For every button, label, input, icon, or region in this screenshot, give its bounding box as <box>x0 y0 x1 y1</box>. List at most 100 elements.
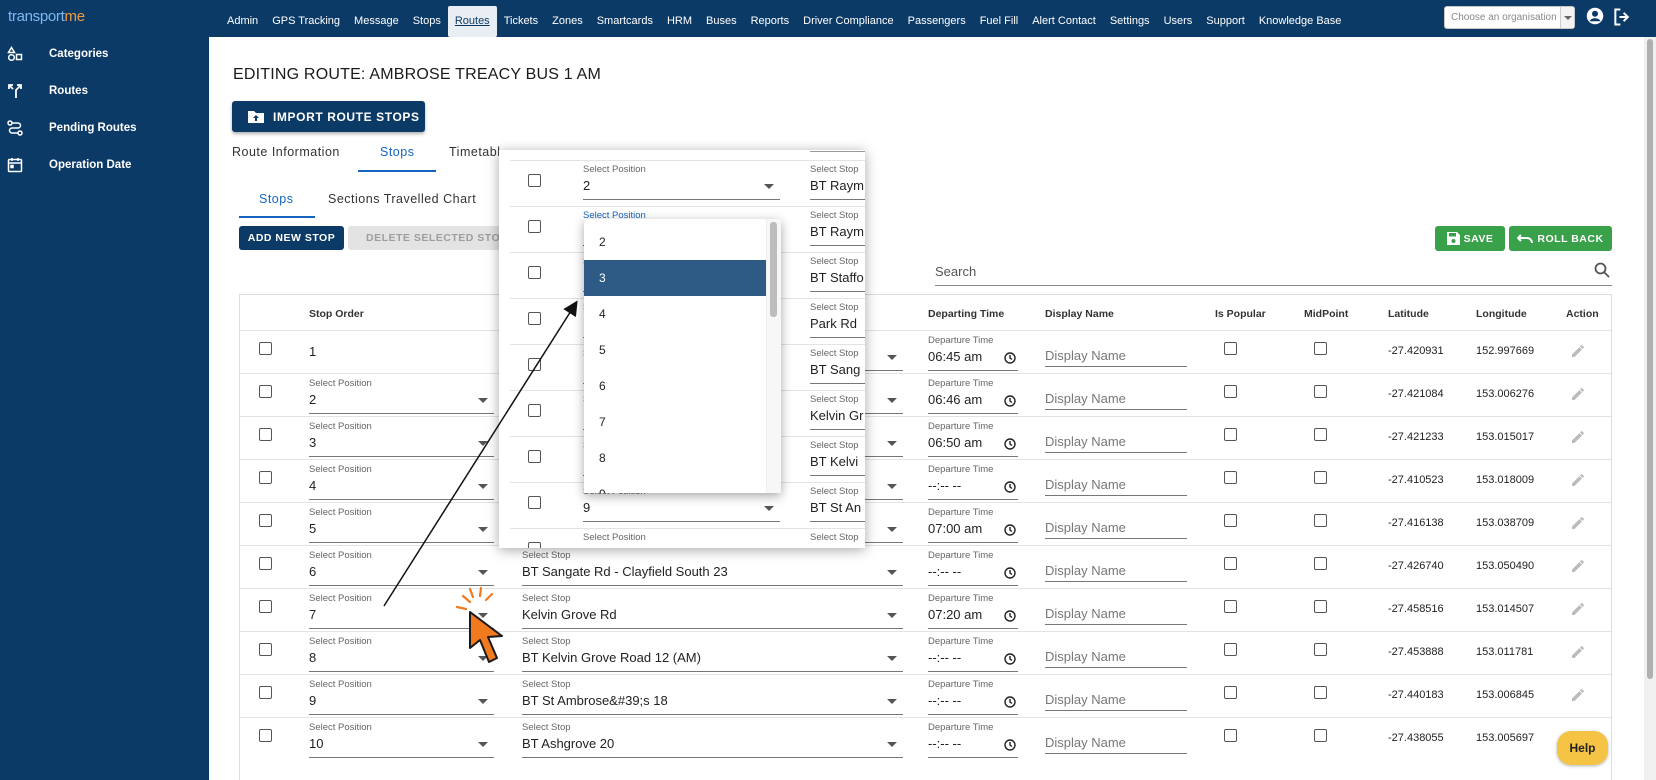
nav-item-tickets[interactable]: Tickets <box>497 0 545 37</box>
nav-item-stops[interactable]: Stops <box>406 0 448 37</box>
stop-select[interactable]: Select Stop BT St Ambrose&#39;s 18 <box>522 679 903 715</box>
is-popular-checkbox[interactable] <box>1224 686 1237 699</box>
is-popular-checkbox[interactable] <box>1224 600 1237 613</box>
row-select-checkbox[interactable] <box>528 496 541 509</box>
row-select-checkbox[interactable] <box>259 342 272 355</box>
row-select-checkbox[interactable] <box>528 266 541 279</box>
position-select[interactable]: Select Position <box>583 532 780 548</box>
midpoint-checkbox[interactable] <box>1314 643 1327 656</box>
departure-time-input[interactable]: Departure Time 07:20 am <box>928 593 1018 629</box>
nav-item-buses[interactable]: Buses <box>699 0 744 37</box>
sidebar-item-categories[interactable]: Categories <box>0 39 209 69</box>
dropdown-scrollbar-thumb[interactable] <box>770 222 777 317</box>
display-name-input[interactable]: Display Name <box>1045 601 1187 625</box>
display-name-input[interactable]: Display Name <box>1045 644 1187 668</box>
clock-icon[interactable] <box>1004 739 1016 751</box>
edit-pencil-icon[interactable] <box>1570 687 1586 703</box>
clock-icon[interactable] <box>1004 524 1016 536</box>
clock-icon[interactable] <box>1004 653 1016 665</box>
row-select-checkbox[interactable] <box>259 385 272 398</box>
edit-pencil-icon[interactable] <box>1570 472 1586 488</box>
row-select-checkbox[interactable] <box>259 428 272 441</box>
row-select-checkbox[interactable] <box>259 514 272 527</box>
midpoint-checkbox[interactable] <box>1314 600 1327 613</box>
row-select-checkbox[interactable] <box>259 643 272 656</box>
position-select[interactable]: Select Position 8 <box>309 636 494 672</box>
stop-select[interactable]: Select Stop BT Kelvi <box>810 440 865 476</box>
import-route-stops-button[interactable]: IMPORT ROUTE STOPS <box>232 101 425 132</box>
nav-item-zones[interactable]: Zones <box>545 0 590 37</box>
sidebar-item-pending-routes[interactable]: Pending Routes <box>0 113 209 143</box>
nav-item-settings[interactable]: Settings <box>1103 0 1157 37</box>
search-input[interactable] <box>935 258 1575 284</box>
row-select-checkbox[interactable] <box>259 729 272 742</box>
position-select[interactable]: Select Position 6 <box>309 550 494 586</box>
nav-item-support[interactable]: Support <box>1199 0 1252 37</box>
nav-item-message[interactable]: Message <box>347 0 406 37</box>
stop-select[interactable]: Select Stop BT Raym <box>810 164 865 200</box>
help-button[interactable]: Help <box>1557 731 1608 765</box>
departure-time-input[interactable]: Departure Time --:-- -- <box>928 550 1018 586</box>
departure-time-input[interactable]: Departure Time 06:45 am <box>928 335 1018 371</box>
row-select-checkbox[interactable] <box>528 358 541 371</box>
display-name-input[interactable]: Display Name <box>1045 515 1187 539</box>
stop-select[interactable]: Select Stop Park Rd <box>810 302 865 338</box>
row-select-checkbox[interactable] <box>528 404 541 417</box>
user-account-icon[interactable] <box>1586 7 1604 25</box>
position-select[interactable]: Select Position 2 <box>583 164 780 200</box>
display-name-input[interactable]: Display Name <box>1045 343 1187 367</box>
nav-item-knowledge-base[interactable]: Knowledge Base <box>1252 0 1349 37</box>
clock-icon[interactable] <box>1004 395 1016 407</box>
is-popular-checkbox[interactable] <box>1224 514 1237 527</box>
clock-icon[interactable] <box>1004 352 1016 364</box>
subtab-sections-travelled-chart[interactable]: Sections Travelled Chart <box>328 192 476 206</box>
row-select-checkbox[interactable] <box>528 542 541 548</box>
nav-item-hrm[interactable]: HRM <box>660 0 699 37</box>
midpoint-checkbox[interactable] <box>1314 342 1327 355</box>
departure-time-input[interactable]: Departure Time 06:50 am <box>928 421 1018 457</box>
edit-pencil-icon[interactable] <box>1570 429 1586 445</box>
departure-time-input[interactable]: Departure Time --:-- -- <box>928 679 1018 715</box>
clock-icon[interactable] <box>1004 610 1016 622</box>
app-logo[interactable]: transportme <box>8 8 85 25</box>
stop-select[interactable]: Select Stop BT Ashgrove 20 <box>522 722 903 758</box>
position-select[interactable]: Select Position 9 <box>309 679 494 715</box>
row-select-checkbox[interactable] <box>259 600 272 613</box>
display-name-input[interactable]: Display Name <box>1045 730 1187 754</box>
edit-pencil-icon[interactable] <box>1570 343 1586 359</box>
departure-time-input[interactable]: Departure Time 06:46 am <box>928 378 1018 414</box>
row-select-checkbox[interactable] <box>528 312 541 325</box>
midpoint-checkbox[interactable] <box>1314 471 1327 484</box>
midpoint-checkbox[interactable] <box>1314 385 1327 398</box>
nav-item-admin[interactable]: Admin <box>220 0 265 37</box>
display-name-input[interactable]: Display Name <box>1045 687 1187 711</box>
stop-select[interactable]: Select Stop BT Sang <box>810 348 865 384</box>
nav-item-fuel-fill[interactable]: Fuel Fill <box>973 0 1026 37</box>
row-select-checkbox[interactable] <box>528 220 541 233</box>
delete-selected-stops-button[interactable]: DELETE SELECTED STOPS <box>348 226 508 250</box>
subtab-stops[interactable]: Stops <box>259 192 293 206</box>
position-select[interactable]: Select Position 4 <box>309 464 494 500</box>
logout-icon[interactable] <box>1612 7 1632 27</box>
is-popular-checkbox[interactable] <box>1224 471 1237 484</box>
tab-timetable[interactable]: Timetabl <box>449 145 500 159</box>
departure-time-input[interactable]: Departure Time 07:00 am <box>928 507 1018 543</box>
is-popular-checkbox[interactable] <box>1224 729 1237 742</box>
stop-select[interactable]: Select Stop BT Sangate Rd - Clayfield Sou… <box>522 550 903 586</box>
dropdown-scrollbar[interactable] <box>766 219 781 493</box>
midpoint-checkbox[interactable] <box>1314 514 1327 527</box>
nav-item-alert-contact[interactable]: Alert Contact <box>1025 0 1103 37</box>
stop-select[interactable]: Select Stop Kelvin Grove Rd <box>522 593 903 629</box>
page-scrollbar[interactable] <box>1644 37 1656 780</box>
nav-item-driver-compliance[interactable]: Driver Compliance <box>796 0 900 37</box>
search-icon[interactable] <box>1594 262 1610 278</box>
clock-icon[interactable] <box>1004 438 1016 450</box>
display-name-input[interactable]: Display Name <box>1045 386 1187 410</box>
is-popular-checkbox[interactable] <box>1224 557 1237 570</box>
position-select[interactable]: Select Position 7 <box>309 593 494 629</box>
departure-time-input[interactable]: Departure Time --:-- -- <box>928 722 1018 758</box>
position-select[interactable]: Select Position 5 <box>309 507 494 543</box>
row-select-checkbox[interactable] <box>259 471 272 484</box>
display-name-input[interactable]: Display Name <box>1045 558 1187 582</box>
nav-item-reports[interactable]: Reports <box>744 0 797 37</box>
